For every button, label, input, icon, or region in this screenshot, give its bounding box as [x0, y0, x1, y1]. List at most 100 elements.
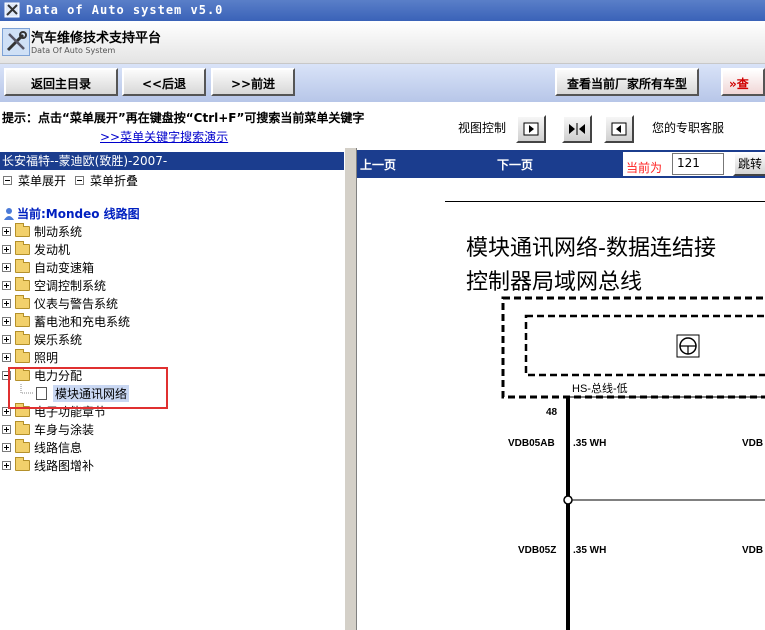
tree-item[interactable]: 蓄电池和充电系统 — [0, 312, 130, 330]
tree-item[interactable]: 制动系统 — [0, 222, 82, 240]
folder-icon — [15, 348, 30, 363]
folder-icon — [15, 276, 30, 291]
hint-text: 提示：点击“菜单展开”再在键盘按“Ctrl+F”可搜索当前菜单关键字 — [2, 111, 365, 125]
app-icon — [4, 2, 20, 18]
tree-item-label: 线路图增补 — [34, 458, 95, 473]
arrow-right-icon — [523, 122, 539, 136]
app-header: 汽车维修技术支持平台 Data Of Auto System — [0, 21, 765, 64]
home-button[interactable]: 返回主目录 — [4, 68, 118, 96]
view-left-button[interactable] — [604, 115, 634, 143]
expand-plus-icon[interactable] — [2, 424, 11, 434]
nav-bar: 返回主目录 <<后退 >>前进 查看当前厂家所有车型 »查 — [0, 64, 765, 102]
expand-plus-icon[interactable] — [2, 262, 11, 272]
folder-icon — [15, 294, 30, 309]
folder-icon — [15, 438, 30, 453]
app-subtitle: Data Of Auto System — [31, 46, 116, 55]
expand-plus-icon[interactable] — [2, 442, 11, 452]
double-chevron-icon: » — [729, 77, 737, 91]
tree-item[interactable]: 车身与涂装 — [0, 420, 94, 438]
person-icon — [4, 207, 14, 220]
tree-item[interactable]: 照明 — [0, 348, 58, 366]
hint-row: 提示：点击“菜单展开”再在键盘按“Ctrl+F”可搜索当前菜单关键字 >>菜单关… — [0, 104, 765, 148]
expand-plus-icon[interactable] — [2, 226, 11, 236]
tree-item[interactable]: 空调控制系统 — [0, 276, 106, 294]
wrench-logo-icon — [2, 28, 30, 56]
tree-item-label: 线路信息 — [34, 440, 83, 455]
window-title: Data of Auto system v5.0 — [26, 3, 224, 17]
wire1-spec: .35 WH — [573, 438, 607, 449]
folder-icon — [15, 420, 30, 435]
wire2-right-label: VDB — [742, 545, 764, 556]
back-button[interactable]: <<后退 — [122, 68, 206, 96]
folder-icon — [15, 258, 30, 273]
splice-node — [563, 495, 573, 505]
expand-plus-icon[interactable] — [2, 334, 11, 344]
split-view-icon — [569, 123, 585, 135]
tree-item-label: 发动机 — [34, 242, 71, 257]
jump-button[interactable]: 跳转 — [733, 152, 765, 176]
search-button-label: 查 — [736, 77, 749, 91]
tree-item-label: 蓄电池和充电系统 — [34, 314, 131, 329]
app-title: 汽车维修技术支持平台 — [31, 31, 162, 46]
current-page-label: 当前为 — [626, 161, 663, 175]
tree-item[interactable]: 娱乐系统 — [0, 330, 82, 348]
expand-plus-icon[interactable] — [2, 352, 11, 362]
tree-item[interactable]: 自动变速箱 — [0, 258, 94, 276]
folder-icon — [15, 240, 30, 255]
wire2-id: VDB05Z — [518, 545, 557, 556]
tree-item-label: 自动变速箱 — [34, 260, 95, 275]
forward-button[interactable]: >>前进 — [211, 68, 295, 96]
top-rule — [445, 201, 765, 202]
bus-label: HS-总线-低 — [572, 383, 628, 395]
collapse-icon — [75, 176, 84, 185]
page-number-input[interactable]: 121 — [672, 153, 724, 175]
expand-plus-icon[interactable] — [2, 298, 11, 308]
folder-icon — [15, 456, 30, 471]
view-control-label: 视图控制 — [458, 121, 507, 135]
title-bar: Data of Auto system v5.0 — [0, 0, 765, 21]
search-button[interactable]: »查 — [721, 68, 765, 96]
tree-item-label: 娱乐系统 — [34, 332, 83, 347]
folder-icon — [15, 330, 30, 345]
search-demo-link[interactable]: >>菜单关键字搜索演示 — [100, 128, 228, 145]
module-inner-boundary — [524, 314, 765, 377]
expand-plus-icon[interactable] — [2, 316, 11, 326]
prev-page-link[interactable]: 上一页 — [360, 156, 396, 173]
folder-icon — [15, 222, 30, 237]
wire2-spec: .35 WH — [573, 545, 607, 556]
wiring-diagram — [501, 296, 765, 630]
panel-splitter[interactable] — [344, 148, 357, 630]
folder-icon — [15, 312, 30, 327]
tree-item-label: 车身与涂装 — [34, 422, 95, 437]
expand-plus-icon[interactable] — [2, 280, 11, 290]
tree-item[interactable]: 仪表与警告系统 — [0, 294, 118, 312]
arrow-left-icon — [611, 122, 627, 136]
tree-item[interactable]: 发动机 — [0, 240, 70, 258]
pin-number: 48 — [546, 407, 558, 418]
tree-item-label: 空调控制系统 — [34, 278, 107, 293]
current-node-label: 当前:Mondeo 线路图 — [17, 207, 140, 221]
tree-item-label: 仪表与警告系统 — [34, 296, 119, 311]
menu-expand-button[interactable]: 菜单展开 — [1, 172, 66, 189]
menu-collapse-label: 菜单折叠 — [90, 174, 139, 188]
all-models-button[interactable]: 查看当前厂家所有车型 — [555, 68, 699, 96]
wire1-id: VDB05AB — [508, 438, 555, 449]
expand-icon — [3, 176, 12, 185]
module-outer-boundary — [501, 296, 765, 399]
current-node: 当前:Mondeo 线路图 — [3, 205, 140, 222]
highlight-annotation-box — [8, 367, 168, 409]
tree-item-label: 制动系统 — [34, 224, 83, 239]
view-right-button[interactable] — [516, 115, 546, 143]
wire1-right-label: VDB — [742, 438, 764, 449]
steering-wheel-icon — [676, 334, 700, 358]
vehicle-bar: 长安福特--蒙迪欧(致胜)-2007- — [0, 152, 352, 170]
next-page-link[interactable]: 下一页 — [497, 156, 533, 173]
tree-item[interactable]: 线路信息 — [0, 438, 82, 456]
expand-plus-icon[interactable] — [2, 460, 11, 470]
view-split-button[interactable] — [562, 115, 592, 143]
expand-plus-icon[interactable] — [2, 244, 11, 254]
tree-item[interactable]: 线路图增补 — [0, 456, 94, 474]
service-label: 您的专职客服 — [652, 121, 725, 135]
diagram-title-line1: 模块通讯网络-数据连结接 — [466, 236, 716, 261]
menu-collapse-button[interactable]: 菜单折叠 — [73, 172, 138, 189]
